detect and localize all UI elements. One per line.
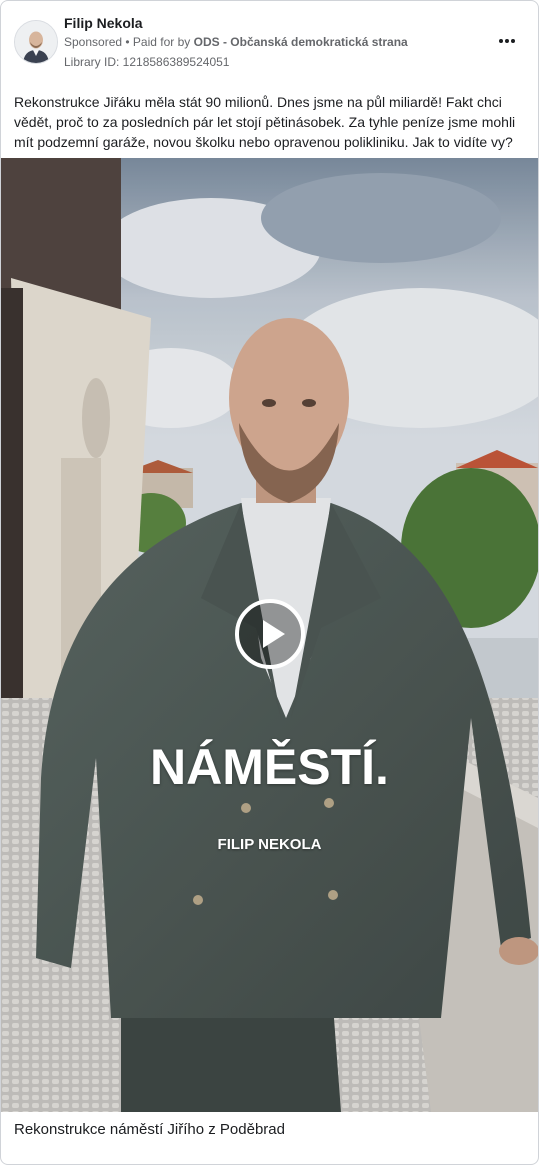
avatar-icon — [15, 21, 57, 63]
video-overlay-title: NÁMĚSTÍ. — [150, 739, 389, 795]
post-header: Filip Nekola Sponsored • Paid for by ODS… — [1, 1, 538, 81]
library-id: Library ID: 1218586389524051 — [64, 55, 230, 69]
more-options-icon — [497, 39, 516, 43]
ad-card: Filip Nekola Sponsored • Paid for by ODS… — [0, 0, 539, 1165]
more-options-button[interactable] — [493, 29, 521, 53]
post-body: Rekonstrukce Jiřáku měla stát 90 milionů… — [14, 94, 516, 150]
avatar[interactable] — [14, 20, 58, 64]
link-caption[interactable]: Rekonstrukce náměstí Jiřího z Poděbrad — [14, 1121, 285, 1138]
sponsorship-line: Sponsored • Paid for by ODS - Občanská d… — [64, 35, 408, 49]
author-name[interactable]: Filip Nekola — [64, 15, 143, 31]
video-overlay-subtitle: FILIP NEKOLA — [217, 836, 322, 853]
sponsored-label: Sponsored — [64, 35, 123, 49]
video-player[interactable]: NÁMĚSTÍ. FILIP NEKOLA — [1, 158, 538, 1112]
meta-separator: • — [122, 35, 133, 49]
paid-for-org: ODS - Občanská demokratická strana — [193, 35, 408, 49]
paid-for-prefix: Paid for by — [132, 35, 194, 49]
play-icon — [235, 599, 305, 669]
play-button[interactable] — [235, 599, 305, 669]
